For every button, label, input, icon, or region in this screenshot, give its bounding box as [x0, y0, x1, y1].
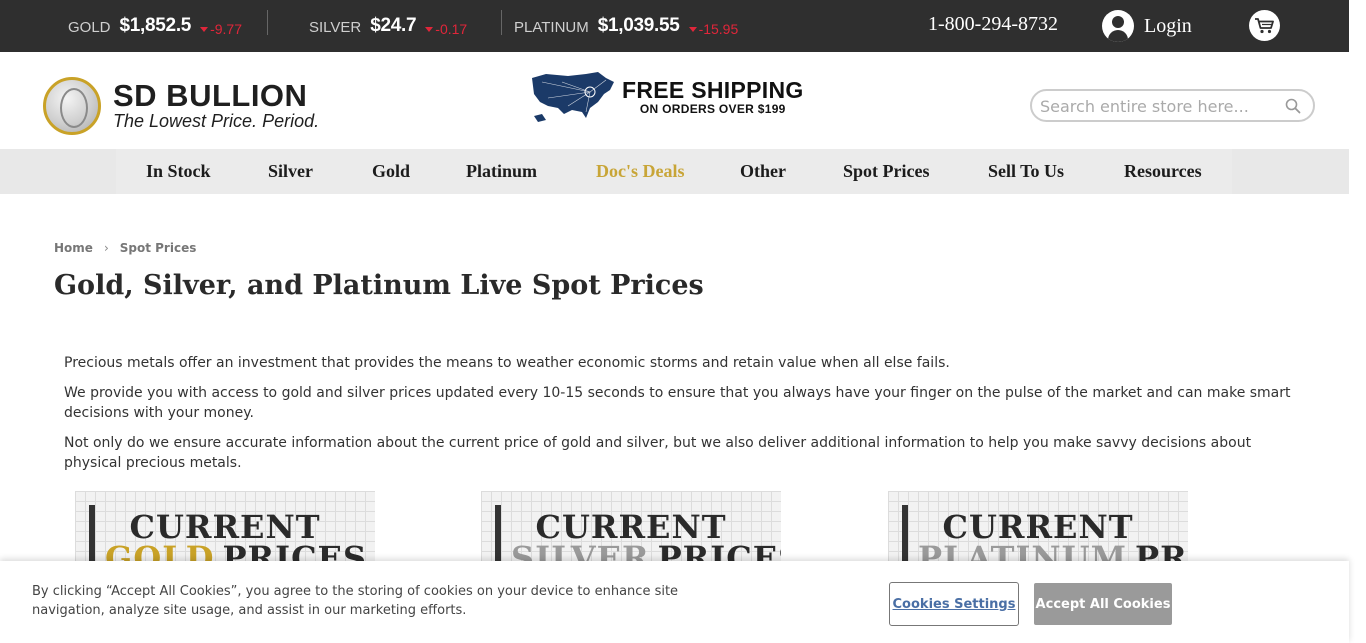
ticker-gold[interactable]: GOLD $1,852.5 -9.77 — [68, 0, 242, 52]
search-input[interactable] — [1040, 95, 1280, 117]
login-label: Login — [1144, 14, 1192, 37]
ticker-platinum[interactable]: PLATINUM $1,039.55 -15.95 — [514, 0, 738, 52]
ticker-platinum-price: $1,039.55 — [597, 15, 680, 36]
search-box — [1030, 89, 1315, 122]
nav-item-silver[interactable]: Silver — [238, 149, 343, 194]
intro-paragraph: We provide you with access to gold and s… — [64, 385, 1291, 421]
ticker-silver[interactable]: SILVER $24.7 -0.17 — [309, 0, 467, 52]
nav-item-sell-to-us[interactable]: Sell To Us — [958, 149, 1095, 194]
ticker-platinum-change: -15.95 — [689, 21, 739, 37]
breadcrumb: Home › Spot Prices — [54, 241, 196, 255]
nav-item-other[interactable]: Other — [710, 149, 816, 194]
cookies-settings-button[interactable]: Cookies Settings — [889, 582, 1019, 626]
ticker-gold-label: GOLD — [68, 19, 111, 36]
ticker-gold-price: $1,852.5 — [119, 15, 192, 36]
breadcrumb-home[interactable]: Home — [54, 241, 93, 255]
login-link[interactable]: Login — [1102, 10, 1192, 42]
free-shipping-banner[interactable]: FREE SHIPPING ON ORDERS OVER $199 — [528, 68, 804, 126]
usa-map-icon — [532, 72, 614, 122]
ticker-silver-change: -0.17 — [425, 21, 467, 37]
phone-link[interactable]: 1-800-294-8732 — [928, 13, 1058, 36]
ticker-silver-price: $24.7 — [370, 15, 417, 36]
ticker-divider — [267, 10, 268, 35]
cookie-message: By clicking “Accept All Cookies”, you ag… — [32, 584, 679, 618]
breadcrumb-current: Spot Prices — [119, 241, 197, 255]
promo-headline: FREE SHIPPING — [622, 77, 804, 103]
cookie-banner: By clicking “Accept All Cookies”, you ag… — [0, 561, 1349, 643]
site-logo[interactable]: SD BULLION The Lowest Price. Period. — [43, 77, 319, 135]
cart-button[interactable] — [1249, 10, 1280, 41]
intro-paragraph: Not only do we ensure accurate informati… — [64, 435, 1252, 471]
ticker-silver-label: SILVER — [309, 19, 362, 36]
nav-item-platinum[interactable]: Platinum — [436, 149, 568, 194]
promo-subline: ON ORDERS OVER $199 — [639, 102, 786, 116]
logo-name: SD BULLION — [113, 78, 308, 113]
user-icon — [1102, 10, 1134, 42]
ticker-platinum-label: PLATINUM — [514, 19, 589, 36]
nav-item-in-stock[interactable]: In Stock — [116, 149, 241, 194]
nav-item-gold[interactable]: Gold — [342, 149, 441, 194]
price-ticker-bar: GOLD $1,852.5 -9.77 SILVER $24.7 -0.17 P… — [0, 0, 1349, 52]
search-icon[interactable] — [1285, 98, 1301, 114]
ticker-gold-change: -9.77 — [200, 21, 242, 37]
intro-paragraph: Precious metals offer an investment that… — [64, 355, 950, 371]
page-title: Gold, Silver, and Platinum Live Spot Pri… — [54, 270, 704, 301]
chevron-right-icon: › — [103, 241, 109, 255]
accept-all-cookies-button[interactable]: Accept All Cookies — [1034, 583, 1172, 625]
nav-item-spot-prices[interactable]: Spot Prices — [813, 149, 960, 194]
ticker-divider — [501, 10, 502, 35]
nav-item-docs-deals[interactable]: Doc's Deals — [566, 149, 715, 194]
main-nav: In Stock Silver Gold Platinum Doc's Deal… — [0, 149, 1349, 194]
nav-item-resources[interactable]: Resources — [1094, 149, 1232, 194]
cart-icon — [1255, 18, 1274, 34]
logo-tagline: The Lowest Price. Period. — [113, 111, 320, 131]
coin-logo-icon — [43, 77, 101, 135]
